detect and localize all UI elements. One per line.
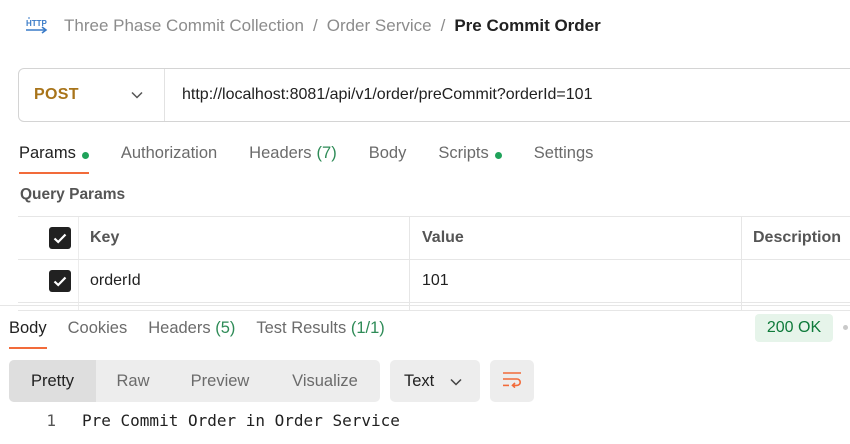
view-visualize-button[interactable]: Visualize — [270, 360, 380, 402]
tab-settings[interactable]: Settings — [534, 140, 594, 174]
row-check-cell — [18, 260, 79, 302]
method-select[interactable]: POST — [19, 69, 165, 121]
param-enabled-checkbox[interactable] — [49, 270, 71, 292]
response-headers-count: (5) — [215, 319, 236, 337]
table-header-row: Key Value Description — [18, 217, 850, 260]
headers-count: (7) — [316, 144, 337, 162]
tab-cookies[interactable]: Cookies — [68, 316, 128, 349]
response-body-text: Pre Commit Order in Order Service — [82, 410, 400, 430]
test-results-count: (1/1) — [350, 319, 385, 337]
tab-label: Headers — [249, 144, 312, 162]
status-badge[interactable]: 200 OK — [755, 314, 833, 342]
more-dot-icon — [843, 325, 848, 330]
tab-authorization[interactable]: Authorization — [121, 140, 217, 174]
tab-response-body[interactable]: Body — [9, 316, 47, 349]
column-header-key: Key — [79, 217, 410, 259]
chevron-down-icon — [131, 86, 143, 104]
url-input[interactable]: http://localhost:8081/api/v1/order/preCo… — [182, 86, 592, 104]
chevron-down-icon — [450, 372, 462, 391]
query-params-title: Query Params — [20, 186, 126, 203]
param-description-field[interactable] — [742, 260, 850, 302]
wrap-lines-button[interactable] — [490, 360, 534, 402]
format-select-value: Text — [404, 371, 435, 390]
tab-response-headers[interactable]: Headers (5) — [148, 316, 235, 349]
tab-label: Cookies — [67, 319, 128, 337]
column-header-description: Description — [753, 229, 842, 246]
format-select[interactable]: Text — [390, 360, 480, 402]
view-raw-button[interactable]: Raw — [96, 360, 170, 402]
breadcrumb-separator: / — [312, 16, 318, 35]
tab-headers[interactable]: Headers (7) — [249, 140, 337, 174]
response-tabs: Body Cookies Headers (5) Test Results (1… — [9, 316, 406, 349]
breadcrumb-separator: / — [440, 16, 446, 35]
tab-label: Authorization — [120, 144, 218, 162]
select-all-checkbox[interactable] — [49, 227, 71, 249]
tab-label: Headers — [148, 319, 211, 337]
tab-label: Settings — [533, 144, 594, 162]
wrap-lines-icon — [501, 370, 523, 393]
select-all-cell — [18, 217, 79, 259]
request-tabs: Params Authorization Headers (7) Body Sc… — [19, 140, 625, 174]
tab-label: Body — [368, 144, 407, 162]
line-number: 1 — [46, 410, 56, 430]
breadcrumb-folder[interactable]: Order Service — [327, 16, 432, 36]
param-value-field[interactable]: 101 — [410, 260, 742, 302]
view-mode-group: Pretty Raw Preview Visualize — [9, 360, 380, 402]
tab-test-results[interactable]: Test Results (1/1) — [256, 316, 384, 349]
pane-divider[interactable] — [0, 305, 850, 306]
breadcrumb-collection[interactable]: Three Phase Commit Collection — [64, 16, 304, 36]
table-row: orderId 101 — [18, 260, 850, 303]
breadcrumb-current-request[interactable]: Pre Commit Order — [454, 16, 600, 36]
view-preview-button[interactable]: Preview — [170, 360, 270, 402]
method-label: POST — [34, 86, 79, 103]
http-request-icon: HTTP — [24, 15, 50, 37]
request-url-bar: POST http://localhost:8081/api/v1/order/… — [18, 68, 850, 122]
tab-label: Test Results — [256, 319, 347, 337]
tab-scripts[interactable]: Scripts — [438, 140, 502, 174]
params-active-dot — [81, 152, 89, 159]
tab-params[interactable]: Params — [19, 140, 89, 174]
tab-body[interactable]: Body — [369, 140, 407, 174]
response-body-line: 1 Pre Commit Order in Order Service — [0, 408, 400, 432]
breadcrumb: HTTP Three Phase Commit Collection / Ord… — [24, 14, 601, 38]
tab-label: Body — [9, 319, 47, 337]
param-key-field[interactable]: orderId — [79, 260, 410, 302]
http-icon-text: HTTP — [26, 19, 48, 28]
tab-label: Params — [19, 144, 76, 162]
query-params-table: Key Value Description orderId 101 — [18, 216, 850, 311]
view-pretty-button[interactable]: Pretty — [9, 360, 96, 402]
scripts-active-dot — [494, 152, 502, 159]
tab-label: Scripts — [438, 144, 489, 162]
column-header-value: Value — [410, 217, 742, 259]
